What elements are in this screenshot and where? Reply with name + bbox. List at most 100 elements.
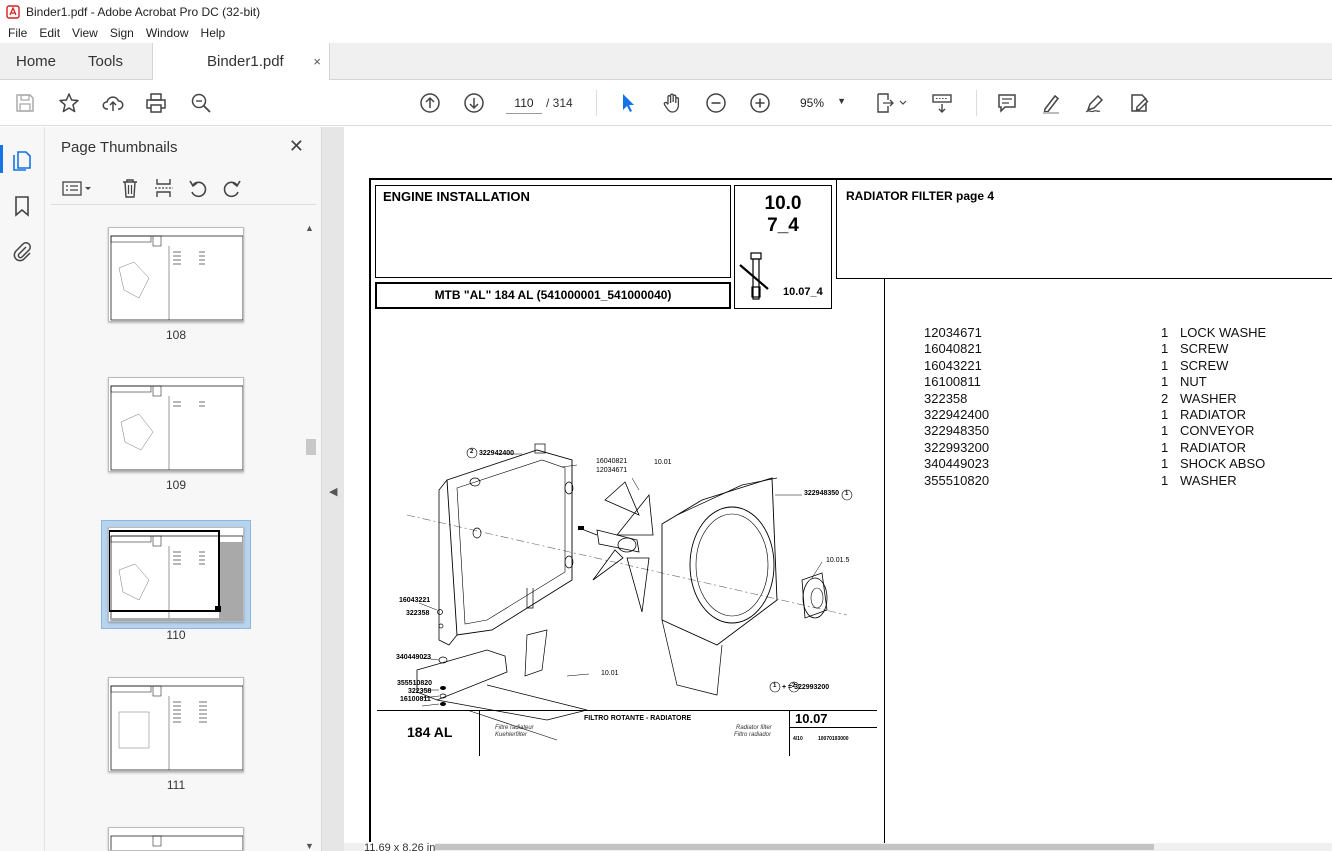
code-top: 10.0 xyxy=(764,193,802,214)
drawing-label: 16040821 xyxy=(596,458,628,465)
next-page-icon[interactable] xyxy=(462,91,486,115)
delete-page-icon[interactable] xyxy=(119,177,143,201)
drawing-label: 16043221 xyxy=(399,597,431,604)
footer-code: 10.07 xyxy=(795,711,828,726)
page-thumbnail[interactable] xyxy=(108,827,244,851)
comment-icon[interactable] xyxy=(995,91,1019,115)
toolbar: / 314 95% ▼ xyxy=(0,80,1332,126)
parts-row: 16043221 1 SCREW xyxy=(924,358,1332,374)
print-icon[interactable] xyxy=(144,91,168,115)
tab-home[interactable]: Home xyxy=(16,43,56,80)
rotate-right-icon[interactable] xyxy=(221,177,245,201)
menu-file[interactable]: File xyxy=(0,26,33,40)
rotate-left-icon[interactable] xyxy=(187,177,211,201)
tab-document-label: Binder1.pdf xyxy=(207,53,284,70)
thumbnail-toolbar xyxy=(51,175,316,205)
page-number-input[interactable] xyxy=(506,92,542,114)
tab-document[interactable]: Binder1.pdf × xyxy=(152,43,330,80)
pdf-page: ENGINE INSTALLATION MTB "AL" 184 AL (541… xyxy=(344,127,1332,851)
drawing-label: 10.01 xyxy=(654,459,672,466)
scrollbar-thumb[interactable] xyxy=(434,844,1154,850)
scrollbar-thumb[interactable] xyxy=(306,439,316,455)
close-tab-icon[interactable]: × xyxy=(313,54,321,69)
scroll-mode-icon[interactable] xyxy=(930,91,954,115)
horizontal-scrollbar[interactable] xyxy=(344,843,1332,851)
column-divider xyxy=(884,279,885,851)
zoom-out-icon[interactable] xyxy=(704,91,728,115)
part-quantity: 1 xyxy=(1161,325,1169,340)
part-code: 322993200 xyxy=(924,439,990,455)
footer-translation: Radiator filter xyxy=(736,725,772,731)
tab-bar: Home Tools Binder1.pdf × xyxy=(0,43,1332,80)
footer-page: 4/10 xyxy=(793,736,803,742)
right-title: RADIATOR FILTER page 4 xyxy=(846,189,995,203)
zoom-in-icon[interactable] xyxy=(748,91,772,115)
footer-translation: Filtro radiador xyxy=(734,732,772,738)
tab-tools[interactable]: Tools xyxy=(88,43,123,80)
footer-rule xyxy=(789,727,877,728)
thumbnail-preview xyxy=(110,385,243,471)
footer-divider xyxy=(479,710,480,756)
highlight-pen-icon[interactable] xyxy=(1039,91,1063,115)
menu-window[interactable]: Window xyxy=(140,26,195,40)
scroll-down-icon[interactable]: ▼ xyxy=(305,841,314,851)
previous-page-icon[interactable] xyxy=(418,91,442,115)
attachment-icon[interactable] xyxy=(11,240,33,262)
thumbnail-scrollbar[interactable]: ▲ ▼ xyxy=(305,223,317,851)
panel-title: Page Thumbnails xyxy=(61,139,178,156)
parts-row: 322948350 1 CONVEYOR xyxy=(924,423,1332,439)
left-navigation-rail xyxy=(0,127,45,851)
scroll-up-icon[interactable]: ▲ xyxy=(305,223,314,233)
footer-model: 184 AL xyxy=(407,724,453,740)
page-thumbnail[interactable] xyxy=(108,377,244,472)
parts-row: 355510820 1 WASHER xyxy=(924,473,1332,489)
part-description: SCREW xyxy=(1180,357,1229,373)
code-small: 10.07_4 xyxy=(783,286,823,298)
drawing-label: 322358 xyxy=(406,610,430,617)
hand-tool-icon[interactable] xyxy=(660,91,684,115)
select-cursor-icon[interactable] xyxy=(616,91,640,115)
menu-edit[interactable]: Edit xyxy=(33,26,66,40)
part-code: 355510820 xyxy=(924,472,990,488)
parts-row: 16040821 1 SCREW xyxy=(924,341,1332,357)
page-size-readout: 11,69 x 8,26 in xyxy=(364,842,436,851)
part-code: 12034671 xyxy=(924,325,982,340)
thumbnail-page-number: 110 xyxy=(166,628,186,642)
star-icon[interactable] xyxy=(57,91,81,115)
sign-pen-icon[interactable] xyxy=(1083,91,1107,115)
parts-row: 12034671 1 LOCK WASHE xyxy=(924,325,1332,341)
collapse-panel-icon[interactable]: ◀ xyxy=(329,485,337,498)
model-line: MTB "AL" 184 AL (541000001_541000040) xyxy=(434,288,672,302)
page-thumbnail-selected[interactable] xyxy=(108,527,244,622)
fill-sign-icon[interactable] xyxy=(1127,91,1151,115)
options-menu-icon[interactable] xyxy=(61,177,95,201)
active-indicator xyxy=(0,145,3,173)
menu-help[interactable]: Help xyxy=(195,26,232,40)
acrobat-icon xyxy=(6,4,20,19)
parts-row: 322993200 1 RADIATOR xyxy=(924,440,1332,456)
footer-divider xyxy=(789,710,790,756)
drawing-label: 322358 xyxy=(408,688,432,695)
extract-page-icon[interactable] xyxy=(153,177,177,201)
menu-sign[interactable]: Sign xyxy=(104,26,140,40)
menu-view[interactable]: View xyxy=(66,26,104,40)
toolbar-divider xyxy=(976,90,977,116)
upload-cloud-icon[interactable] xyxy=(101,91,125,115)
page-thumbnail[interactable] xyxy=(108,227,244,322)
page-fit-icon[interactable] xyxy=(874,91,908,115)
drawing-label: 322948350 xyxy=(804,490,840,497)
bookmark-icon[interactable] xyxy=(11,195,33,217)
thumbnail-preview xyxy=(110,685,243,771)
part-quantity: 1 xyxy=(1161,456,1169,472)
page-thumbnails-panel: Page Thumbnails ✕ 108 109 110 111 ▲ ▼ xyxy=(45,127,322,851)
close-panel-icon[interactable]: ✕ xyxy=(289,136,304,157)
zoom-level-dropdown[interactable]: 95% ▼ xyxy=(790,92,852,114)
section-title: ENGINE INSTALLATION xyxy=(383,189,530,204)
search-zoom-icon[interactable] xyxy=(189,91,213,115)
window-title: Binder1.pdf - Adobe Acrobat Pro DC (32-b… xyxy=(26,4,261,19)
page-thumbnails-icon[interactable] xyxy=(11,149,33,171)
drawing-label: 16100811 xyxy=(400,696,431,703)
save-icon[interactable] xyxy=(13,91,37,115)
part-description: RADIATOR xyxy=(1180,439,1246,455)
page-thumbnail[interactable] xyxy=(108,677,244,772)
